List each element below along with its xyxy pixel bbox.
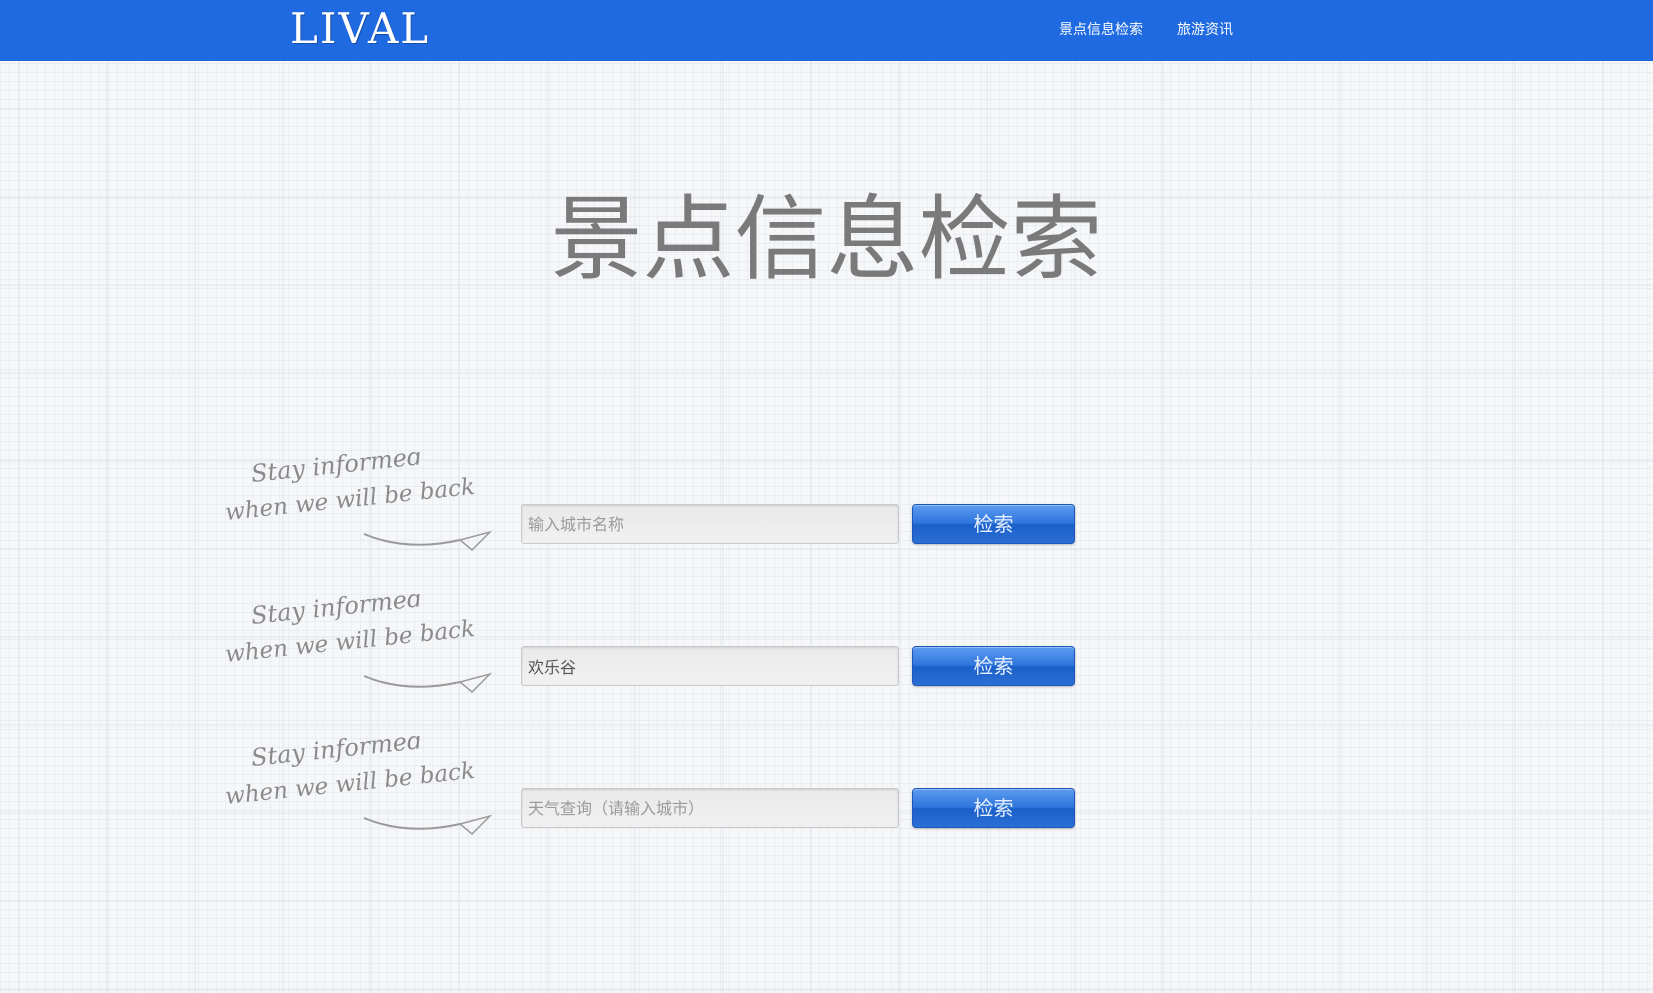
arrow-head: [458, 530, 492, 552]
arrow-line: [363, 533, 461, 546]
search-row-attraction: Stay informed when we will be back 检索: [0, 594, 1653, 714]
arrow-head: [458, 672, 492, 694]
search-button[interactable]: 检索: [912, 646, 1075, 686]
weather-city-input[interactable]: [521, 788, 899, 828]
handwritten-note: Stay informed when we will be back: [222, 594, 492, 704]
search-row-weather: Stay informed when we will be back 检索: [0, 736, 1653, 856]
search-button[interactable]: 检索: [912, 504, 1075, 544]
arrow-head: [458, 814, 492, 836]
nav-link-attraction-search[interactable]: 景点信息检索: [1059, 20, 1143, 40]
search-row-city: Stay informed when we will be back 检索: [0, 452, 1653, 572]
logo[interactable]: LIVAL: [290, 4, 430, 54]
top-navbar: LIVAL 景点信息检索 旅游资讯: [0, 0, 1653, 61]
arrow-line: [363, 675, 461, 688]
nav-link-travel-news[interactable]: 旅游资讯: [1177, 20, 1233, 40]
arrow-line: [363, 817, 461, 830]
search-button[interactable]: 检索: [912, 788, 1075, 828]
handwritten-note: Stay informed when we will be back: [222, 736, 492, 846]
handwritten-note: Stay informed when we will be back: [222, 452, 492, 562]
city-name-input[interactable]: [521, 504, 899, 544]
page-title: 景点信息检索: [550, 186, 1103, 293]
attraction-input[interactable]: [521, 646, 899, 686]
